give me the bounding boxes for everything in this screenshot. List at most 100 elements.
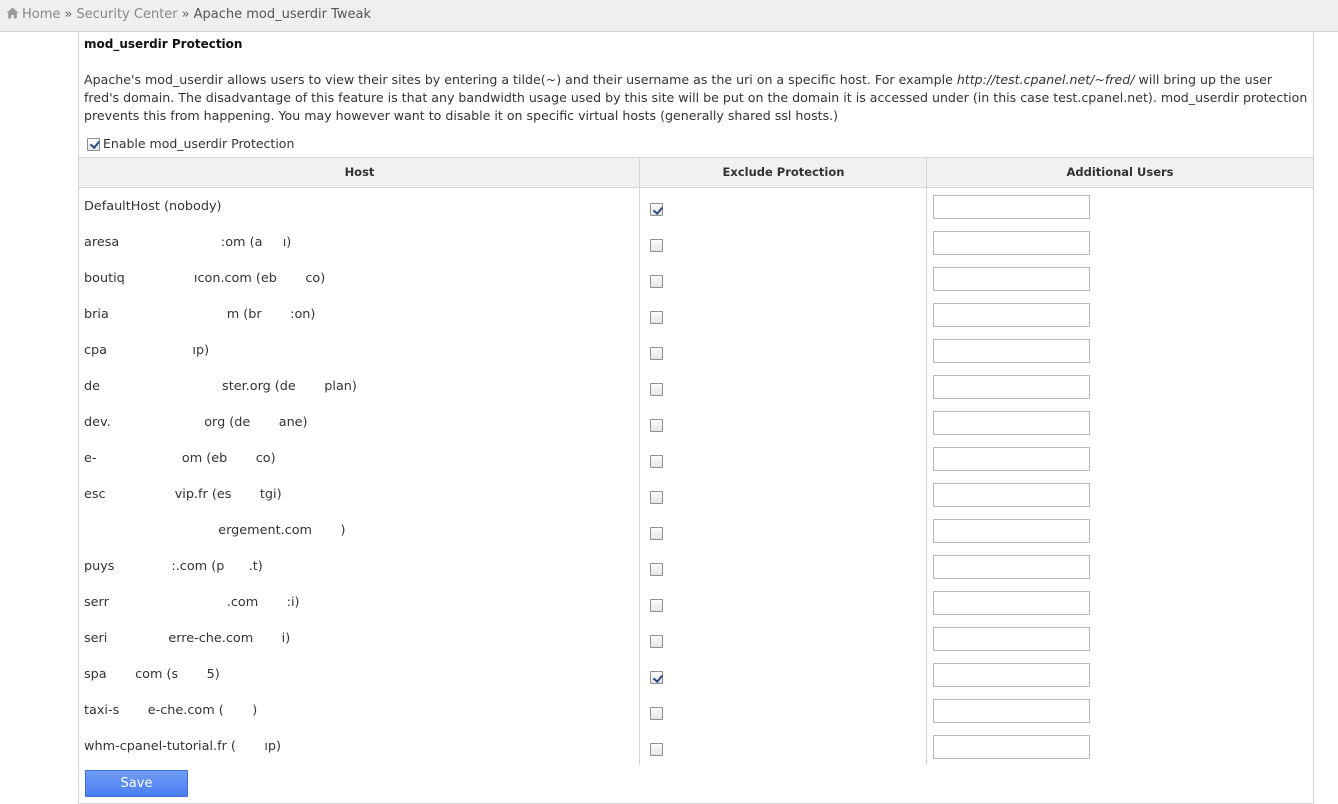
additional-users-input[interactable]: [933, 303, 1090, 327]
exclude-protection-checkbox[interactable]: [650, 239, 663, 252]
table-row: esc vip.fr (es tgi): [79, 477, 1313, 513]
table-body: DefaultHost (nobody) aresa :om (a ı) bouti…: [79, 189, 1313, 765]
exclude-protection-checkbox[interactable]: [650, 455, 663, 468]
exclude-protection-cell: [650, 309, 663, 328]
exclude-protection-checkbox[interactable]: [650, 743, 663, 756]
additional-users-input[interactable]: [933, 267, 1090, 291]
host-name-cell: serr .com :i): [84, 595, 300, 610]
additional-users-input[interactable]: [933, 411, 1090, 435]
table-row: dev. org (de ane): [79, 405, 1313, 441]
enable-protection-label: Enable mod_userdir Protection: [103, 136, 295, 151]
table-row: aresa :om (a ı): [79, 225, 1313, 261]
host-name-cell: cpa ıp): [84, 343, 210, 358]
column-header-host: Host: [344, 165, 375, 179]
additional-users-input[interactable]: [933, 195, 1090, 219]
exclude-protection-cell: [650, 705, 663, 724]
additional-users-cell: [933, 447, 1090, 471]
exclude-protection-cell: [650, 633, 663, 652]
additional-users-input[interactable]: [933, 519, 1090, 543]
table-row: ergement.com ): [79, 513, 1313, 549]
enable-protection-row[interactable]: Enable mod_userdir Protection: [87, 136, 294, 152]
host-name-cell: seri erre-che.com i): [84, 631, 291, 646]
additional-users-input[interactable]: [933, 231, 1090, 255]
additional-users-cell: [933, 735, 1090, 759]
additional-users-input[interactable]: [933, 591, 1090, 615]
additional-users-input[interactable]: [933, 375, 1090, 399]
additional-users-input[interactable]: [933, 555, 1090, 579]
exclude-protection-cell: [650, 273, 663, 292]
additional-users-input[interactable]: [933, 735, 1090, 759]
exclude-protection-checkbox[interactable]: [650, 635, 663, 648]
exclude-protection-checkbox[interactable]: [650, 671, 663, 684]
table-row: de ster.org (de plan): [79, 369, 1313, 405]
table-row: puys :.com (p .t): [79, 549, 1313, 585]
exclude-protection-checkbox[interactable]: [650, 419, 663, 432]
table-row: spa com (s 5): [79, 657, 1313, 693]
host-name-cell: whm-cpanel-tutorial.fr ( ıp): [84, 739, 282, 754]
table-row: DefaultHost (nobody): [79, 189, 1313, 225]
additional-users-input[interactable]: [933, 447, 1090, 471]
additional-users-cell: [933, 519, 1090, 543]
additional-users-cell: [933, 231, 1090, 255]
additional-users-cell: [933, 591, 1090, 615]
exclude-protection-checkbox[interactable]: [650, 275, 663, 288]
description-text: Apache's mod_userdir allows users to vie…: [84, 71, 1310, 125]
home-icon[interactable]: [6, 7, 19, 19]
additional-users-cell: [933, 555, 1090, 579]
exclude-protection-cell: [650, 525, 663, 544]
column-header-exclude-protection: Exclude Protection: [722, 165, 845, 179]
host-name-cell: e- om (eb co): [84, 451, 276, 466]
panel-title: mod_userdir Protection: [84, 37, 243, 51]
exclude-protection-checkbox[interactable]: [650, 491, 663, 504]
table-row: e- om (eb co): [79, 441, 1313, 477]
additional-users-cell: [933, 627, 1090, 651]
exclude-protection-checkbox[interactable]: [650, 311, 663, 324]
exclude-protection-cell: [650, 453, 663, 472]
exclude-protection-checkbox[interactable]: [650, 527, 663, 540]
additional-users-cell: [933, 411, 1090, 435]
table-row: bria m (br :on): [79, 297, 1313, 333]
additional-users-input[interactable]: [933, 663, 1090, 687]
additional-users-cell: [933, 699, 1090, 723]
exclude-protection-cell: [650, 417, 663, 436]
host-name-cell: de ster.org (de plan): [84, 379, 357, 394]
table-row: seri erre-che.com i): [79, 621, 1313, 657]
breadcrumb: Home» Security Center» Apache mod_userdir …: [0, 0, 1338, 32]
table-row: whm-cpanel-tutorial.fr ( ıp): [79, 729, 1313, 765]
breadcrumb-separator: »: [64, 7, 73, 22]
exclude-protection-checkbox[interactable]: [650, 707, 663, 720]
exclude-protection-cell: [650, 345, 663, 364]
additional-users-cell: [933, 375, 1090, 399]
additional-users-cell: [933, 483, 1090, 507]
breadcrumb-separator: »: [181, 7, 190, 22]
save-button[interactable]: Save: [85, 770, 188, 797]
additional-users-input[interactable]: [933, 627, 1090, 651]
exclude-protection-checkbox[interactable]: [650, 599, 663, 612]
additional-users-input[interactable]: [933, 699, 1090, 723]
breadcrumb-security-center-link[interactable]: Security Center: [76, 7, 177, 22]
table-row: boutiq ıcon.com (eb co): [79, 261, 1313, 297]
enable-protection-checkbox[interactable]: [87, 137, 100, 151]
table-row: cpa ıp): [79, 333, 1313, 369]
additional-users-input[interactable]: [933, 339, 1090, 363]
exclude-protection-checkbox[interactable]: [650, 203, 663, 216]
exclude-protection-cell: [650, 237, 663, 256]
description-example-url: http://test.cpanel.net/~fred/: [956, 72, 1135, 87]
table-header: Host Exclude Protection Additional Users: [79, 157, 1313, 188]
additional-users-cell: [933, 267, 1090, 291]
host-name-cell: puys :.com (p .t): [84, 559, 263, 574]
exclude-protection-checkbox[interactable]: [650, 383, 663, 396]
hosts-table: Host Exclude Protection Additional Users…: [79, 157, 1313, 765]
additional-users-input[interactable]: [933, 483, 1090, 507]
column-header-additional-users: Additional Users: [1066, 165, 1174, 179]
mod-userdir-panel: mod_userdir Protection Apache's mod_user…: [78, 32, 1314, 804]
breadcrumb-home-link[interactable]: Home: [22, 7, 60, 22]
host-name-cell: bria m (br :on): [84, 307, 316, 322]
table-row: taxi-s e-che.com ( ): [79, 693, 1313, 729]
exclude-protection-checkbox[interactable]: [650, 563, 663, 576]
host-name-cell: boutiq ıcon.com (eb co): [84, 271, 326, 286]
host-name-cell: ergement.com ): [84, 523, 346, 538]
exclude-protection-checkbox[interactable]: [650, 347, 663, 360]
host-name-cell: aresa :om (a ı): [84, 235, 292, 250]
host-name-cell: esc vip.fr (es tgi): [84, 487, 282, 502]
